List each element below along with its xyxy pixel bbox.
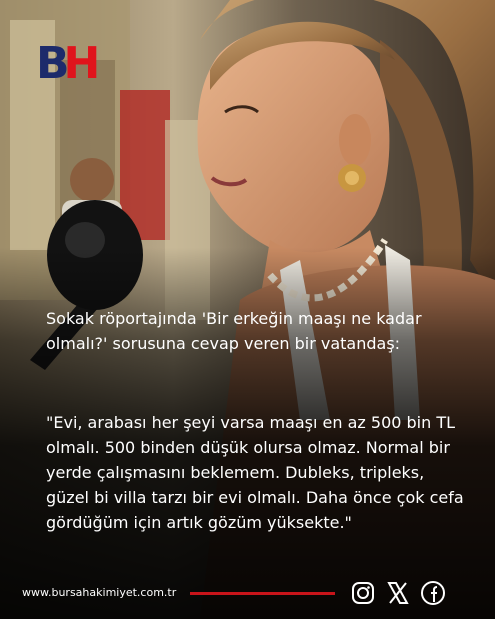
logo-letter-b: B	[36, 38, 69, 89]
headline-text: Sokak röportajında 'Bir erkeğin maaşı ne…	[46, 309, 422, 353]
website-link[interactable]: www.bursahakimiyet.com.tr	[22, 586, 176, 599]
footer-divider	[190, 592, 335, 595]
bh-logo: BH	[36, 42, 100, 86]
quote-text: "Evi, arabası her şeyi varsa maaşı en az…	[46, 413, 464, 532]
footer-bar: www.bursahakimiyet.com.tr	[0, 578, 495, 608]
instagram-icon[interactable]	[350, 580, 376, 606]
x-icon[interactable]	[385, 580, 411, 606]
logo-letter-h: H	[63, 38, 101, 89]
facebook-icon[interactable]	[420, 580, 446, 606]
